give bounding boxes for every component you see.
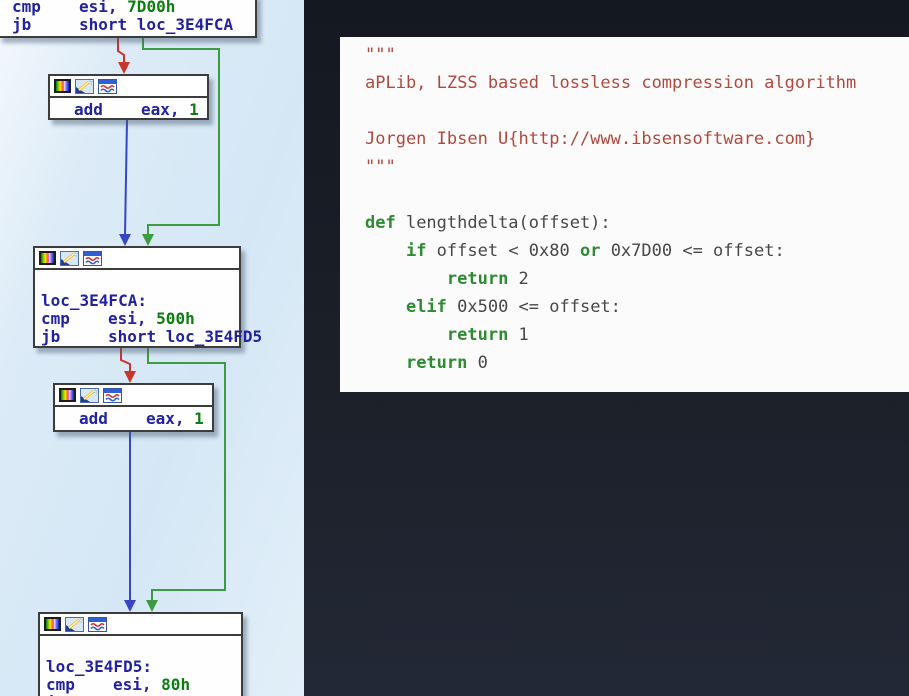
edge-blue-add1-to-fca (119, 120, 131, 246)
graph-view-icon[interactable] (103, 388, 122, 403)
code-line: elif 0x500 <= offset: (365, 297, 909, 325)
color-palette-icon[interactable] (39, 251, 56, 265)
asm-line: addeax, 1 (79, 410, 212, 428)
code-line: Jorgen Ibsen U{http://www.ibsensoftware.… (365, 129, 909, 157)
color-palette-icon[interactable] (59, 388, 76, 402)
code-line: def lengthdelta(offset): (365, 213, 909, 241)
edit-node-icon[interactable] (60, 251, 79, 266)
basic-block-add-2[interactable]: addeax, 1 (53, 383, 214, 432)
graph-view-icon[interactable] (98, 79, 117, 94)
code-line-blank (365, 185, 909, 213)
asm-line: jbshort loc_3E4FD5 (41, 328, 239, 346)
code-line: aPLib, LZSS based lossless compression a… (365, 73, 909, 101)
block-header (35, 248, 239, 270)
graph-view-icon[interactable] (88, 617, 107, 632)
asm-label: loc_3E4FCA: (41, 292, 239, 310)
asm-line: cmpesi, 80h (46, 676, 241, 694)
code-line: return 0 (365, 353, 909, 381)
basic-block-loc-3E4FD5[interactable]: loc_3E4FD5: cmpesi, 80h jbshort loc_3E4F… (38, 612, 243, 696)
edit-node-icon[interactable] (80, 388, 99, 403)
code-line: return 1 (365, 325, 909, 353)
edge-blue-add2-to-fd5 (124, 432, 136, 612)
asm-line: cmpesi, 500h (41, 310, 239, 328)
edge-green-entry-to-fca (142, 38, 219, 246)
code-line: if offset < 0x80 or 0x7D00 <= offset: (365, 241, 909, 269)
edit-node-icon[interactable] (75, 79, 94, 94)
basic-block-add-1[interactable]: addeax, 1 (48, 74, 209, 120)
code-line: """ (365, 45, 909, 73)
ida-graph-view[interactable]: cmpesi, 7D00h jbshort loc_3E4FCA addeax,… (0, 0, 304, 696)
basic-block-entry[interactable]: cmpesi, 7D00h jbshort loc_3E4FCA (0, 0, 257, 38)
asm-label: loc_3E4FD5: (46, 658, 241, 676)
edit-node-icon[interactable] (65, 617, 84, 632)
block-header (40, 614, 241, 636)
block-header (55, 385, 212, 407)
asm-line: jbshort loc_3E4FCA (12, 16, 255, 34)
graph-view-icon[interactable] (83, 251, 102, 266)
color-palette-icon[interactable] (54, 79, 71, 93)
code-line: return 2 (365, 269, 909, 297)
basic-block-loc-3E4FCA[interactable]: loc_3E4FCA: cmpesi, 500h jbshort loc_3E4… (33, 246, 241, 348)
code-line-blank (365, 101, 909, 129)
code-line: """ (365, 157, 909, 185)
asm-line: addeax, 1 (74, 101, 207, 119)
edge-red-fca-to-add2 (121, 348, 136, 383)
color-palette-icon[interactable] (44, 617, 61, 631)
python-code-panel[interactable]: """ aPLib, LZSS based lossless compressi… (340, 37, 909, 392)
edge-red-entry-to-add1 (118, 38, 130, 74)
asm-line: cmpesi, 7D00h (12, 0, 255, 16)
block-header (50, 76, 207, 98)
